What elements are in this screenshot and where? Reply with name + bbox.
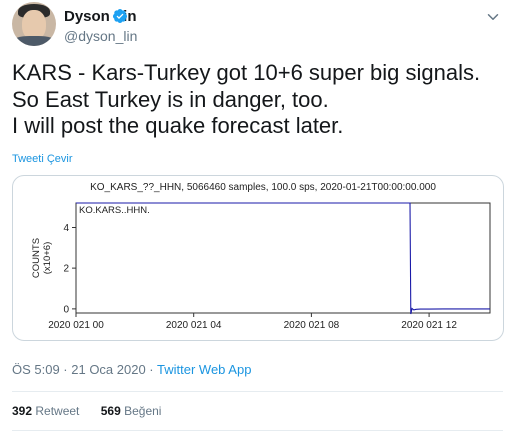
retweet-count-label: Retweet xyxy=(32,404,80,418)
seismogram-chart: KO_KARS_??_HHN, 5066460 samples, 100.0 s… xyxy=(31,182,491,331)
chevron-down-icon[interactable] xyxy=(484,8,502,26)
retweet-count-value: 392 xyxy=(12,404,33,418)
tweet-timestamp[interactable]: ÖS 5:09 · 21 Oca 2020 · xyxy=(12,362,157,377)
translate-tweet-link[interactable]: Tweeti Çevir xyxy=(12,153,73,165)
seismogram-image-card[interactable]: KO_KARS_??_HHN, 5066460 samples, 100.0 s… xyxy=(12,175,504,341)
x-tick-label: 2020 021 00 xyxy=(48,320,104,331)
tweet-line: KARS - Kars-Turkey got 10+6 super big si… xyxy=(12,60,481,85)
tweet-meta: ÖS 5:09 · 21 Oca 2020 · Twitter Web App xyxy=(12,362,251,377)
tweet-line: I will post the quake forecast later. xyxy=(12,113,344,138)
chart-title: KO_KARS_??_HHN, 5066460 samples, 100.0 s… xyxy=(90,182,436,193)
divider xyxy=(12,391,503,392)
y-tick-label: 2 xyxy=(63,264,69,275)
y-axis-unit: (x10+6) xyxy=(42,242,53,274)
like-count[interactable]: 569 Beğeni xyxy=(101,404,162,418)
tweet-text: KARS - Kars-Turkey got 10+6 super big si… xyxy=(12,60,502,140)
plot-frame xyxy=(75,202,491,314)
series-line xyxy=(76,202,490,315)
avatar-shoulders xyxy=(12,36,56,46)
x-tick-label: 2020 021 04 xyxy=(166,320,222,331)
tweet-source-link[interactable]: Twitter Web App xyxy=(157,362,251,377)
y-tick-label: 4 xyxy=(63,223,69,234)
avatar[interactable] xyxy=(12,2,56,46)
tweet-line: So East Turkey is in danger, too. xyxy=(12,86,329,112)
retweet-count[interactable]: 392 Retweet xyxy=(12,404,79,418)
verified-badge-icon xyxy=(112,9,127,23)
like-count-value: 569 xyxy=(100,404,121,418)
user-handle[interactable]: @dyson_lin xyxy=(64,28,137,44)
legend-label: KO.KARS..HHN. xyxy=(79,205,150,216)
x-tick-label: 2020 021 08 xyxy=(284,320,340,331)
y-axis-label: COUNTS xyxy=(31,238,42,278)
like-count-label: Beğeni xyxy=(120,404,162,418)
tweet-stats: 392 Retweet 569 Beğeni xyxy=(12,404,179,418)
divider xyxy=(12,430,503,431)
x-tick-label: 2020 021 12 xyxy=(401,320,457,331)
y-tick-label: 0 xyxy=(63,304,69,315)
